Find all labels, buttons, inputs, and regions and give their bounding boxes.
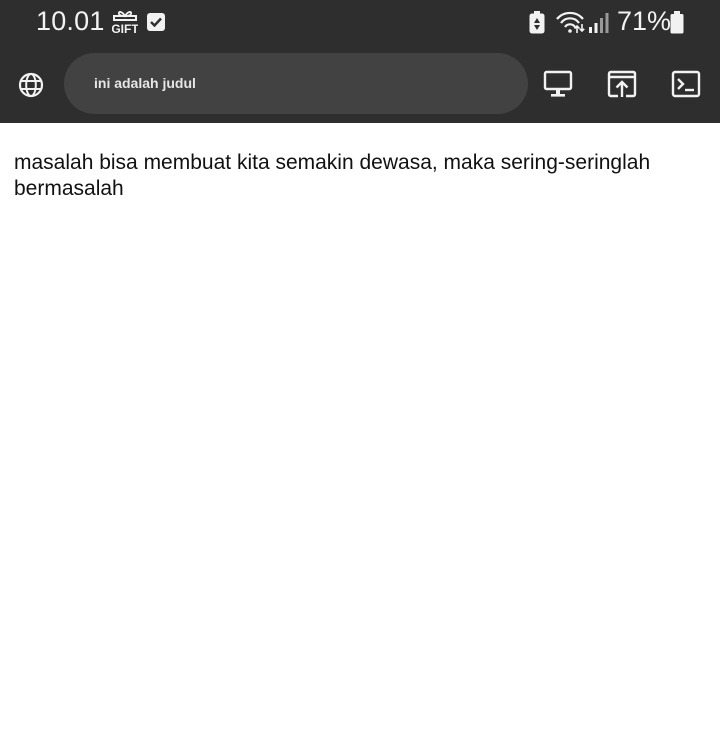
clock: 10.01: [36, 6, 105, 36]
browser-toolbar: ini adalah judul: [0, 46, 720, 123]
page-body-text: masalah bisa membuat kita semakin dewasa…: [14, 151, 651, 200]
status-bar: 10.01 GIFT 71%: [0, 0, 720, 46]
address-bar[interactable]: ini adalah judul: [64, 53, 528, 114]
open-in-icon[interactable]: [606, 68, 638, 100]
battery-icon: [670, 11, 684, 34]
svg-text:GIFT: GIFT: [112, 22, 138, 35]
battery-percentage: 71%: [617, 6, 672, 36]
checkbox-icon: [147, 13, 165, 31]
battery-saver-icon: [529, 11, 545, 34]
globe-icon[interactable]: [16, 70, 46, 100]
terminal-icon[interactable]: [670, 68, 702, 100]
signal-icon: [589, 13, 609, 33]
desktop-icon[interactable]: [542, 68, 574, 100]
address-bar-text: ini adalah judul: [94, 75, 196, 91]
wifi-icon: [556, 11, 585, 33]
gift-icon: GIFT: [112, 11, 138, 35]
browser-chrome: 10.01 GIFT 71% ini adalah judul: [0, 0, 720, 123]
